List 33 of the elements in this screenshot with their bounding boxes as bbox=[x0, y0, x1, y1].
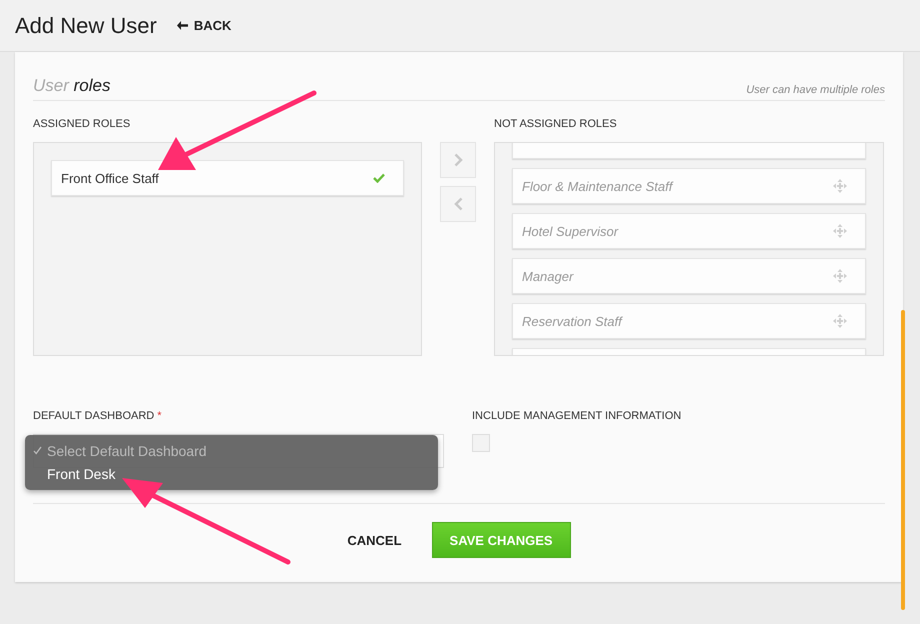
section-title: User roles bbox=[33, 76, 110, 96]
dropdown-option[interactable]: Select Default Dashboard bbox=[25, 439, 438, 462]
role-item[interactable]: Front Office Staff bbox=[51, 160, 404, 196]
dashboard-label: DEFAULT DASHBOARD bbox=[33, 410, 154, 422]
role-name: Front Office Staff bbox=[61, 170, 159, 186]
dropdown-option[interactable]: Front Desk bbox=[25, 462, 438, 485]
assigned-roles-label: ASSIGNED ROLES bbox=[33, 118, 132, 132]
chevron-right-icon bbox=[454, 153, 462, 167]
check-icon bbox=[33, 446, 42, 455]
move-icon[interactable] bbox=[833, 224, 847, 238]
role-item[interactable]: Floor & Maintenance Staff bbox=[512, 168, 866, 204]
page-title: Add New User bbox=[15, 12, 157, 38]
back-button[interactable]: BACK bbox=[174, 16, 234, 35]
move-icon[interactable] bbox=[833, 179, 847, 193]
role-item[interactable]: Hotel Supervisor bbox=[512, 213, 866, 249]
management-label: INCLUDE MANAGEMENT INFORMATION bbox=[472, 410, 682, 424]
role-name: Manager bbox=[522, 268, 574, 284]
role-name: Hotel Supervisor bbox=[522, 224, 618, 238]
role-item[interactable]: Manager bbox=[512, 258, 866, 294]
not-assigned-roles-label: NOT ASSIGNED ROLES bbox=[494, 118, 618, 132]
cancel-button[interactable]: CANCEL bbox=[347, 522, 402, 558]
move-icon[interactable] bbox=[833, 314, 847, 328]
move-icon[interactable] bbox=[833, 269, 847, 283]
save-button[interactable]: SAVE CHANGES bbox=[432, 522, 571, 558]
section-hint: User can have multiple roles bbox=[746, 84, 885, 96]
role-item[interactable]: Reservation Staff bbox=[512, 303, 866, 339]
role-name: Reservation Staff bbox=[522, 314, 622, 328]
left-arrow-icon bbox=[176, 21, 188, 30]
scrollbar[interactable] bbox=[901, 310, 905, 610]
management-checkbox[interactable] bbox=[472, 434, 490, 452]
role-name: Floor & Maintenance Staff bbox=[522, 178, 672, 194]
chevron-left-icon bbox=[454, 197, 462, 211]
required-mark: * bbox=[157, 410, 162, 422]
